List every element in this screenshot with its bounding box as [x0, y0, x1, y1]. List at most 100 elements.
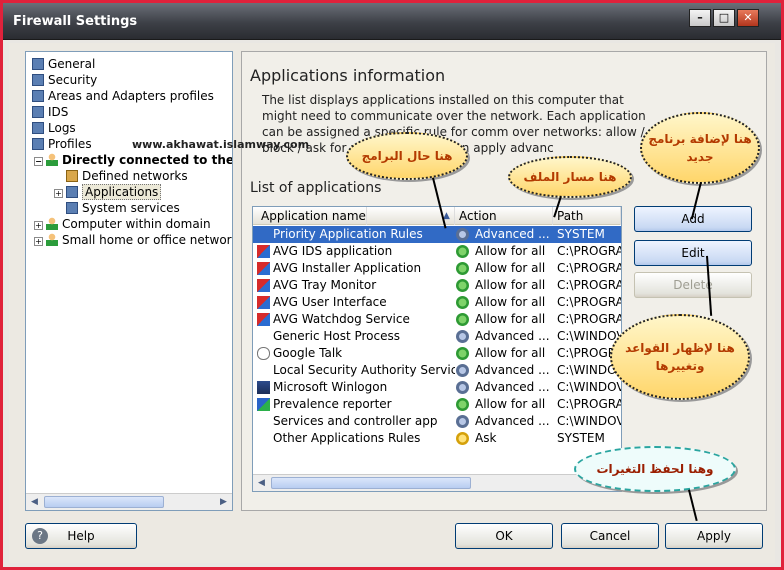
- cell-app-name: AVG Tray Monitor: [273, 278, 377, 292]
- tree-item-computer-domain[interactable]: + Computer within domain: [34, 216, 211, 232]
- tree-item-small-home[interactable]: + Small home or office networ: [34, 232, 232, 248]
- advanced-rules-icon: [456, 364, 469, 377]
- doc-icon: [32, 138, 44, 150]
- column-header-name[interactable]: Application name ▲: [253, 207, 455, 225]
- tree-item-areas[interactable]: Areas and Adapters profiles: [32, 88, 214, 104]
- ok-button[interactable]: OK: [455, 523, 553, 549]
- edit-button[interactable]: Edit: [634, 240, 752, 266]
- cell-action: Allow for all: [475, 295, 546, 309]
- tree-item-logs[interactable]: Logs: [32, 120, 76, 136]
- column-header-path[interactable]: Path: [553, 207, 621, 225]
- cell-action: Advanced ...: [475, 363, 550, 377]
- applications-table[interactable]: Application name ▲ Action Path Priority …: [252, 206, 622, 492]
- close-button[interactable]: ✕: [737, 9, 759, 27]
- allow-icon: [456, 347, 469, 360]
- table-row[interactable]: Local Security Authority Service Advanced…: [253, 362, 621, 379]
- doc-icon: [66, 186, 78, 198]
- cell-action: Advanced ...: [475, 329, 550, 343]
- advanced-rules-icon: [456, 381, 469, 394]
- callout-edit: هنا لإظهار القواعد وتغييرها: [610, 314, 750, 400]
- cell-path: C:\PROGRA: [557, 278, 621, 292]
- scroll-right-icon[interactable]: ▶: [216, 495, 231, 509]
- avg-shield-icon: [257, 245, 270, 258]
- table-row[interactable]: Generic Host Process Advanced ... C:\WINDO…: [253, 328, 621, 345]
- watermark-text: www.akhawat.islamway.com: [132, 138, 310, 151]
- callout-apply: وهنا لحفظ التغيرات: [574, 446, 736, 492]
- table-row[interactable]: Priority Application Rules Advanced ... SY…: [253, 226, 621, 243]
- table-row[interactable]: AVG Installer Application Allow for all C:…: [253, 260, 621, 277]
- advanced-rules-icon: [456, 415, 469, 428]
- winlogon-icon: [257, 381, 270, 394]
- avg-shield-icon: [257, 262, 270, 275]
- tree-item-directly-connected[interactable]: − Directly connected to the: [34, 152, 232, 168]
- table-row[interactable]: Other Applications Rules Ask SYSTEM: [253, 430, 621, 447]
- cell-action: Advanced ...: [475, 227, 550, 241]
- callout-path: هنا مسار الملف: [508, 156, 632, 198]
- tree-item-profiles[interactable]: Profiles: [32, 136, 92, 152]
- tree-item-security[interactable]: Security: [32, 72, 97, 88]
- scroll-thumb[interactable]: [271, 477, 471, 489]
- cell-action: Allow for all: [475, 312, 546, 326]
- cell-app-name: AVG User Interface: [273, 295, 387, 309]
- callout-status: هنا حال البرامج: [346, 132, 468, 180]
- settings-tree[interactable]: General Security Areas and Adapters prof…: [25, 51, 233, 511]
- table-row[interactable]: Google Talk Allow for all C:\PROGRA: [253, 345, 621, 362]
- tree-item-defined-networks[interactable]: Defined networks: [66, 168, 188, 184]
- cell-action: Allow for all: [475, 278, 546, 292]
- collapse-icon[interactable]: −: [34, 157, 43, 166]
- cell-path: C:\WINDOV: [557, 414, 621, 428]
- table-row[interactable]: Services and controller app Advanced ... C…: [253, 413, 621, 430]
- column-header-action[interactable]: Action: [455, 207, 553, 225]
- expand-icon[interactable]: +: [34, 221, 43, 230]
- expand-icon[interactable]: +: [54, 189, 63, 198]
- avg-shield-icon: [257, 313, 270, 326]
- tree-item-general[interactable]: General: [32, 56, 95, 72]
- table-row[interactable]: AVG Watchdog Service Allow for all C:\PROG…: [253, 311, 621, 328]
- allow-icon: [456, 296, 469, 309]
- minimize-button[interactable]: –: [689, 9, 711, 27]
- cell-action: Allow for all: [475, 397, 546, 411]
- maximize-button[interactable]: □: [713, 9, 735, 27]
- cancel-button[interactable]: Cancel: [561, 523, 659, 549]
- cell-app-name: Microsoft Winlogon: [273, 380, 388, 394]
- chat-bubble-icon: [257, 347, 270, 360]
- cell-action: Allow for all: [475, 261, 546, 275]
- cell-path: C:\PROGRA: [557, 295, 621, 309]
- cell-action: Advanced ...: [475, 414, 550, 428]
- tree-horizontal-scrollbar[interactable]: ◀ ▶: [26, 493, 232, 510]
- scroll-left-icon[interactable]: ◀: [254, 476, 269, 490]
- cell-path: C:\WINDOV: [557, 380, 621, 394]
- doc-icon: [66, 202, 78, 214]
- page-title: Applications information: [250, 66, 446, 85]
- advanced-rules-icon: [456, 330, 469, 343]
- cell-path: C:\PROGRA: [557, 397, 621, 411]
- cell-path: SYSTEM: [557, 431, 605, 445]
- table-row[interactable]: Microsoft Winlogon Advanced ... C:\WINDOV: [253, 379, 621, 396]
- title-bar[interactable]: Firewall Settings – □ ✕: [3, 3, 781, 40]
- cell-app-name: Other Applications Rules: [273, 431, 421, 445]
- help-icon: ?: [32, 528, 48, 544]
- table-row[interactable]: AVG IDS application Allow for all C:\PROGR…: [253, 243, 621, 260]
- cell-path: C:\PROGRA: [557, 312, 621, 326]
- tree-item-applications[interactable]: + Applications: [54, 184, 162, 200]
- table-row[interactable]: Prevalence reporter Allow for all C:\PROGR…: [253, 396, 621, 413]
- table-row[interactable]: AVG Tray Monitor Allow for all C:\PROGRA: [253, 277, 621, 294]
- list-label: List of applications: [250, 180, 382, 196]
- scroll-thumb[interactable]: [44, 496, 164, 508]
- ask-icon: [456, 432, 469, 445]
- doc-icon: [32, 90, 44, 102]
- expand-icon[interactable]: +: [34, 237, 43, 246]
- delete-button[interactable]: Delete: [634, 272, 752, 298]
- help-button[interactable]: ? Help: [25, 523, 137, 549]
- cell-path: C:\WINDOV: [557, 329, 621, 343]
- apply-button[interactable]: Apply: [665, 523, 763, 549]
- cell-action: Allow for all: [475, 244, 546, 258]
- tree-item-ids[interactable]: IDS: [32, 104, 68, 120]
- scroll-left-icon[interactable]: ◀: [27, 495, 42, 509]
- tree-item-system-services[interactable]: System services: [66, 200, 180, 216]
- network-icon: [66, 170, 78, 182]
- table-horizontal-scrollbar[interactable]: ◀ ▶: [253, 474, 621, 491]
- doc-icon: [32, 106, 44, 118]
- avg-shield-icon: [257, 296, 270, 309]
- table-row[interactable]: AVG User Interface Allow for all C:\PROGRA: [253, 294, 621, 311]
